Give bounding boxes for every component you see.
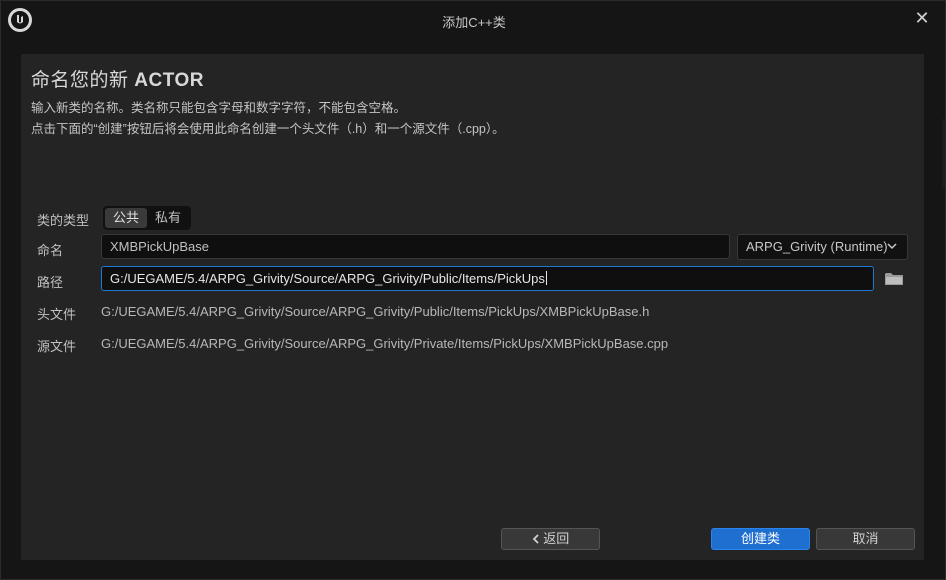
- class-type-private[interactable]: 私有: [147, 208, 189, 228]
- window-title: 添加C++类: [442, 15, 506, 30]
- back-button[interactable]: 返回: [501, 528, 600, 550]
- path-label: 路径: [37, 275, 64, 290]
- class-type-public[interactable]: 公共: [105, 208, 147, 228]
- back-button-label: 返回: [543, 531, 570, 546]
- source-file-label: 源文件: [37, 339, 77, 354]
- text-caret: [545, 271, 547, 285]
- close-icon[interactable]: ✕: [911, 7, 933, 29]
- dialog-panel: 命名您的新 ACTOR 输入新类的名称。类名称只能包含字母和数字字符，不能包含空…: [21, 54, 924, 560]
- description-line-2: 点击下面的“创建”按钮后将会使用此命名创建一个头文件（.h）和一个源文件（.cp…: [31, 122, 505, 136]
- folder-icon[interactable]: [885, 272, 903, 286]
- page-title-prefix: 命名您的新: [31, 70, 129, 91]
- class-name-input[interactable]: XMBPickUpBase: [101, 234, 730, 259]
- module-dropdown-value: ARPG_Grivity (Runtime): [746, 239, 888, 254]
- cancel-button[interactable]: 取消: [816, 528, 915, 550]
- chevron-left-icon: [532, 531, 544, 546]
- module-dropdown[interactable]: ARPG_Grivity (Runtime): [737, 234, 908, 260]
- add-cpp-class-dialog: 添加C++类 ✕ 命名您的新 ACTOR 输入新类的名称。类名称只能包含字母和数…: [0, 0, 946, 580]
- chevron-down-icon: [887, 235, 897, 268]
- title-bar: 添加C++类 ✕: [1, 1, 946, 39]
- header-file-path: G:/UEGAME/5.4/ARPG_Grivity/Source/ARPG_G…: [101, 304, 650, 319]
- header-file-label: 头文件: [37, 307, 77, 322]
- description-line-1: 输入新类的名称。类名称只能包含字母和数字字符，不能包含空格。: [31, 101, 407, 115]
- source-file-path: G:/UEGAME/5.4/ARPG_Grivity/Source/ARPG_G…: [101, 336, 669, 351]
- path-input-value: G:/UEGAME/5.4/ARPG_Grivity/Source/ARPG_G…: [110, 271, 545, 286]
- page-title: 命名您的新 ACTOR: [31, 65, 204, 92]
- scrollbar[interactable]: [942, 119, 945, 189]
- class-type-toggle: 公共 私有: [103, 206, 191, 230]
- path-input[interactable]: G:/UEGAME/5.4/ARPG_Grivity/Source/ARPG_G…: [101, 266, 874, 291]
- name-label: 命名: [37, 243, 64, 258]
- create-class-button[interactable]: 创建类: [711, 528, 810, 550]
- class-type-label: 类的类型: [37, 213, 90, 228]
- page-title-class: ACTOR: [134, 70, 205, 91]
